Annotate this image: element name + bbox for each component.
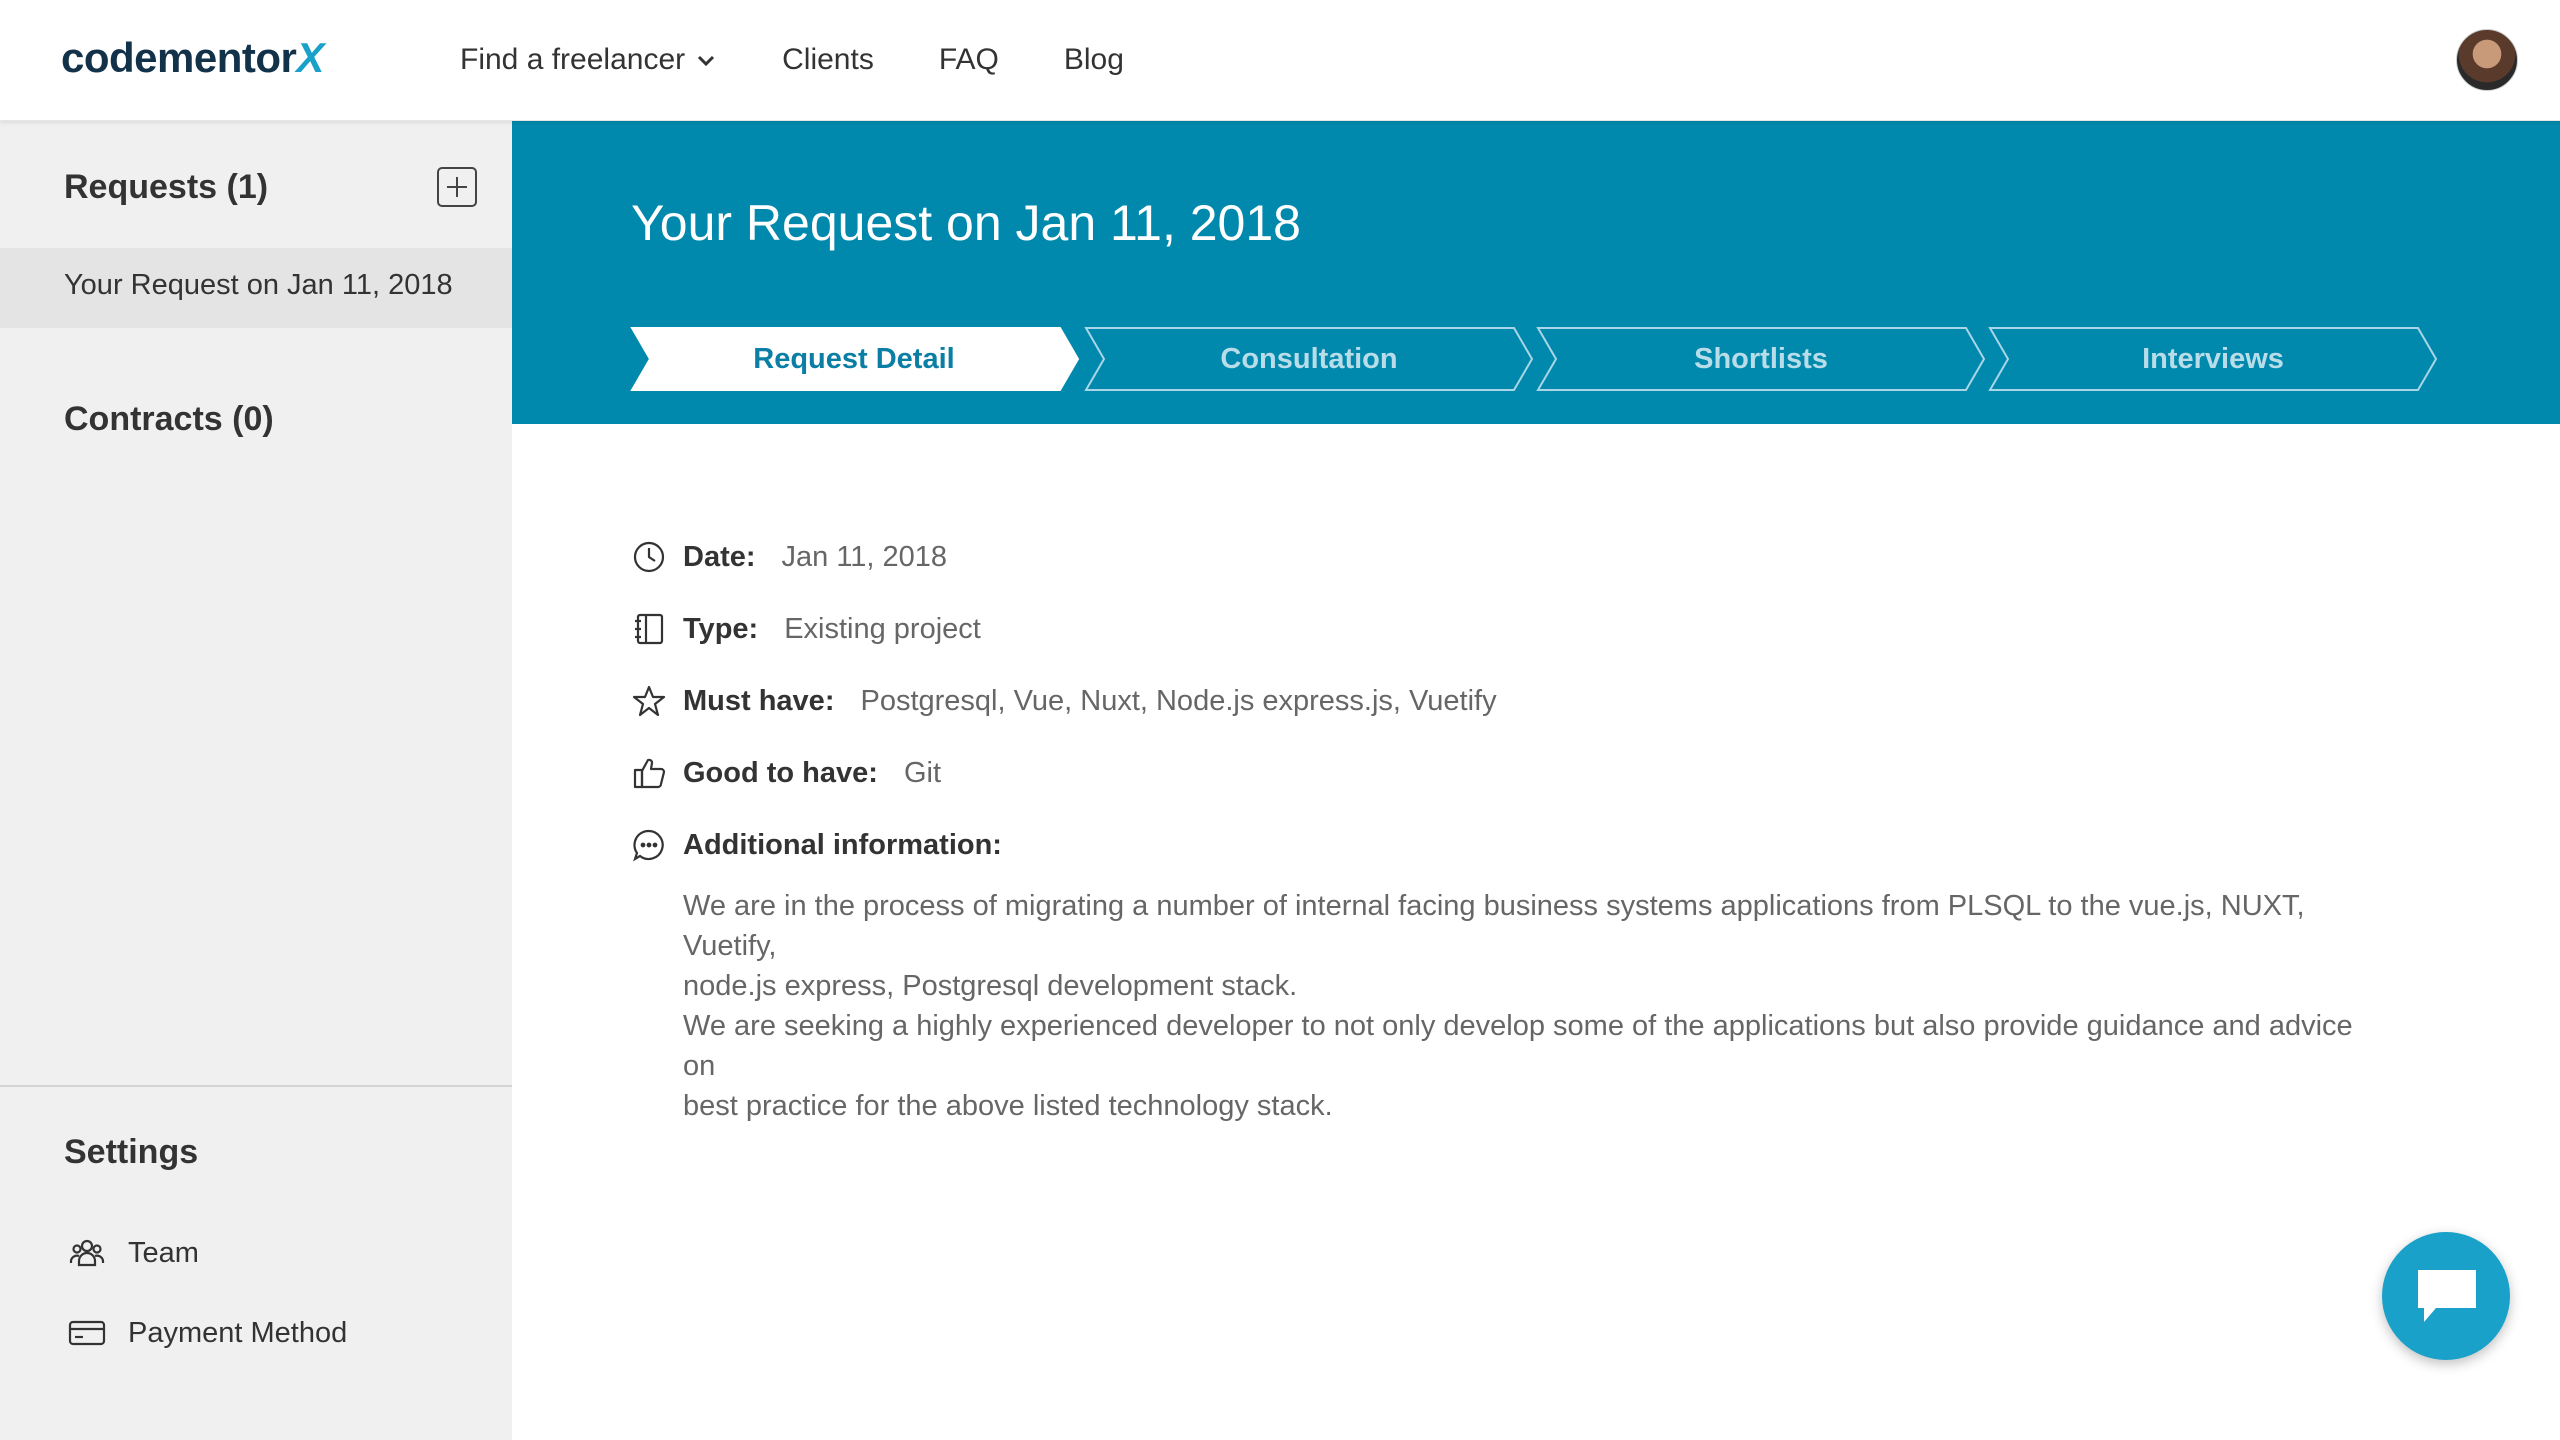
sidebar-item-request[interactable]: Your Request on Jan 11, 2018	[0, 248, 512, 328]
add-request-button[interactable]	[437, 167, 477, 207]
logo-text: codementor	[61, 34, 297, 81]
tab-request-detail[interactable]: Request Detail	[634, 326, 1074, 392]
date-label: Date:	[683, 540, 756, 573]
paragraph-1-line-1: We are in the process of migrating a num…	[683, 890, 2305, 962]
tab-interviews[interactable]: Interviews	[1993, 326, 2433, 392]
nav-find-freelancer[interactable]: Find a freelancer	[460, 43, 717, 77]
main-nav: Find a freelancer Clients FAQ Blog	[460, 0, 1189, 120]
sidebar-item-team-label: Team	[128, 1236, 199, 1269]
tab-shortlists[interactable]: Shortlists	[1541, 326, 1981, 392]
nav-faq[interactable]: FAQ	[939, 43, 999, 77]
chevron-down-icon	[698, 55, 715, 67]
additional-info-paragraph-1: We are in the process of migrating a num…	[683, 886, 2383, 1006]
nav-clients-label: Clients	[782, 43, 874, 76]
nav-find-freelancer-label: Find a freelancer	[460, 43, 686, 76]
sidebar-item-payment-method[interactable]: Payment Method	[68, 1314, 347, 1352]
star-icon	[632, 685, 666, 717]
nav-blog[interactable]: Blog	[1064, 43, 1124, 77]
sidebar-divider	[0, 1085, 512, 1087]
settings-heading: Settings	[64, 1133, 199, 1171]
logo-x: X	[296, 34, 324, 81]
thumbs-up-icon	[633, 758, 666, 789]
type-label: Type:	[683, 612, 759, 645]
paragraph-1-line-2: node.js express, Postgresql development …	[683, 970, 1298, 1002]
chat-icon	[2418, 1270, 2476, 1322]
request-banner: Your Request on Jan 11, 2018 Request Det…	[512, 120, 2560, 424]
notebook-icon	[635, 613, 664, 645]
nav-faq-label: FAQ	[938, 43, 999, 76]
additional-info-paragraph-2: We are seeking a highly experienced deve…	[683, 1006, 2383, 1126]
tab-consultation[interactable]: Consultation	[1089, 326, 1529, 392]
contracts-heading: Contracts (0)	[64, 400, 274, 438]
speech-bubble-icon	[633, 829, 664, 862]
top-navigation-bar: codementorX Find a freelancer Clients FA…	[0, 0, 2560, 121]
nav-clients[interactable]: Clients	[782, 43, 874, 77]
team-icon	[69, 1239, 105, 1267]
sidebar-item-payment-label: Payment Method	[128, 1316, 348, 1349]
good-to-have-row: Good to have: Git	[632, 756, 941, 790]
credit-card-icon	[68, 1320, 106, 1346]
progress-steps: Request Detail Consultation Shortlists I…	[630, 326, 2446, 392]
type-value: Existing project	[784, 612, 981, 645]
must-have-value: Postgresql, Vue, Nuxt, Node.js express.j…	[860, 684, 1497, 717]
good-to-have-value: Git	[903, 756, 942, 789]
paragraph-2-line-2: best practice for the above listed techn…	[683, 1090, 1333, 1122]
chat-button[interactable]	[2382, 1232, 2510, 1360]
page-title: Your Request on Jan 11, 2018	[631, 195, 1301, 251]
must-have-row: Must have: Postgresql, Vue, Nuxt, Node.j…	[632, 684, 1497, 718]
paragraph-2-line-1: We are seeking a highly experienced deve…	[683, 1010, 2353, 1082]
clock-icon	[633, 541, 665, 573]
type-row: Type: Existing project	[632, 612, 981, 646]
must-have-label: Must have:	[683, 684, 835, 717]
additional-info-row: Additional information:	[632, 828, 1028, 862]
sidebar-item-team[interactable]: Team	[68, 1234, 199, 1272]
user-avatar[interactable]	[2456, 29, 2518, 91]
date-value: Jan 11, 2018	[781, 540, 948, 573]
additional-info-label: Additional information:	[683, 828, 1002, 861]
sidebar-item-request-label: Your Request on Jan 11, 2018	[64, 269, 453, 301]
nav-blog-label: Blog	[1063, 43, 1124, 76]
date-row: Date: Jan 11, 2018	[632, 540, 947, 574]
sidebar: Requests (1) Your Request on Jan 11, 201…	[0, 120, 512, 1440]
requests-heading: Requests (1)	[64, 168, 269, 206]
codementorx-logo[interactable]: codementorX	[61, 34, 324, 82]
good-to-have-label: Good to have:	[683, 756, 878, 789]
